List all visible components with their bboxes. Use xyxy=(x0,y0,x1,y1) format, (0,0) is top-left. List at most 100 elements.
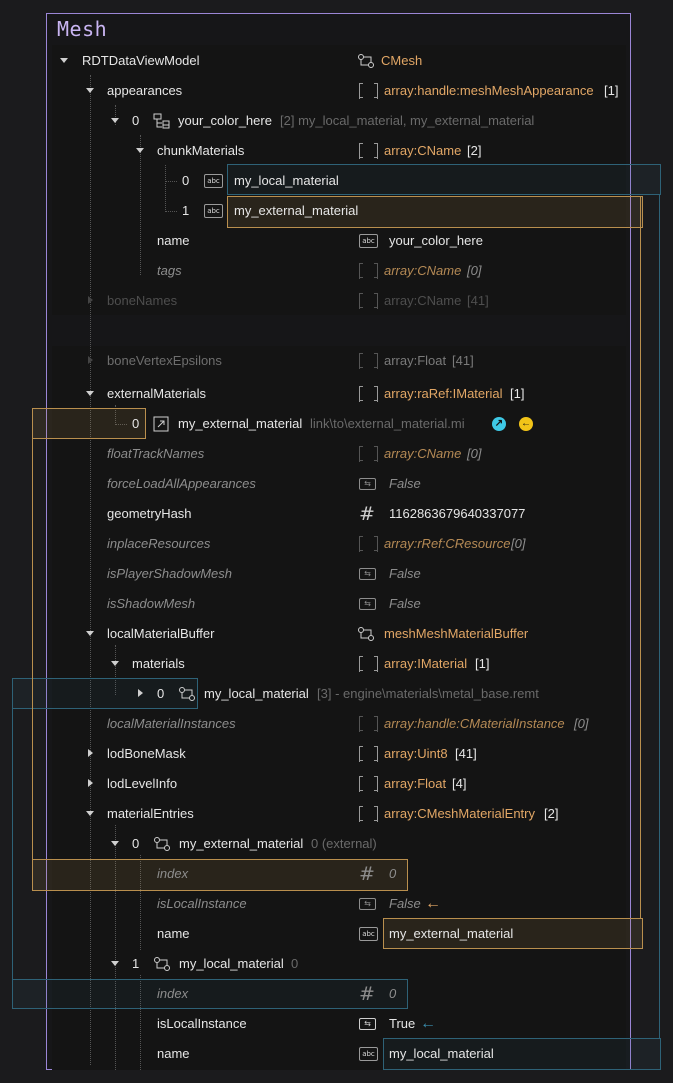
array-icon xyxy=(359,353,378,369)
bool-toggle-icon[interactable]: ⇆ xyxy=(359,598,376,610)
property-label: boneNames xyxy=(107,293,178,308)
chevron-down-icon[interactable] xyxy=(60,46,70,76)
bool-value[interactable]: False xyxy=(389,469,421,499)
property-type: array:Uint8 xyxy=(384,746,448,761)
bool-toggle-icon[interactable]: ⇆ xyxy=(359,1018,376,1030)
array-icon xyxy=(359,386,378,402)
property-count: [2] xyxy=(544,806,559,821)
bool-toggle-icon[interactable]: ⇆ xyxy=(359,478,376,490)
array-icon xyxy=(359,143,378,159)
chevron-right-icon[interactable] xyxy=(86,769,96,799)
tree-row-appearances[interactable]: appearances array:handle:meshMeshAppeara… xyxy=(0,76,673,106)
tree-row-materialEntries[interactable]: materialEntries array:CMeshMaterialEntry… xyxy=(0,799,673,829)
chevron-down-icon[interactable] xyxy=(111,649,121,679)
tree-row-tags[interactable]: tags array:CName [0] xyxy=(0,256,673,286)
chevron-down-icon[interactable] xyxy=(86,799,96,829)
bool-toggle-icon[interactable]: ⇆ xyxy=(359,568,376,580)
property-label: isLocalInstance xyxy=(157,1016,247,1031)
string-icon: abc xyxy=(359,1047,378,1061)
chevron-down-icon[interactable] xyxy=(86,379,96,409)
item-name: my_local_material xyxy=(204,686,309,701)
property-label: index xyxy=(157,986,189,1001)
property-label: name xyxy=(157,233,190,248)
tree-row-chunk-0[interactable]: 0 abc my_local_material xyxy=(0,166,673,196)
tree-row-entry0-name[interactable]: name abc my_external_material xyxy=(0,919,673,949)
chevron-right-icon[interactable] xyxy=(136,679,146,709)
tree-row-appearance-0[interactable]: 0 your_color_here [2] my_local_material,… xyxy=(0,106,673,136)
number-hash-icon: # xyxy=(359,503,375,525)
bool-value[interactable]: False xyxy=(389,559,421,589)
number-value[interactable]: 0 xyxy=(389,859,396,889)
tree-row-isPlayerShadowMesh[interactable]: isPlayerShadowMesh ⇆ False xyxy=(0,559,673,589)
number-hash-icon: # xyxy=(359,983,375,1005)
chevron-down-icon[interactable] xyxy=(111,949,121,979)
tree-row-isShadowMesh[interactable]: isShadowMesh ⇆ False xyxy=(0,589,673,619)
bool-value[interactable]: False xyxy=(389,589,421,619)
tree-row-materials[interactable]: materials array:IMaterial [1] xyxy=(0,649,673,679)
tree-row-entry1-name[interactable]: name abc my_local_material xyxy=(0,1039,673,1069)
string-value[interactable]: my_external_material xyxy=(389,919,513,949)
tree-row-external-0[interactable]: 0 my_external_material link\to\external_… xyxy=(0,409,673,439)
back-link-icon[interactable]: ← xyxy=(519,417,533,431)
tree-row-entry1-index[interactable]: index # 0 xyxy=(0,979,673,1009)
tree-row-forceLoadAllAppearances[interactable]: forceLoadAllAppearances ⇆ False xyxy=(0,469,673,499)
property-type: array:handle:meshMeshAppearance xyxy=(384,83,594,98)
chevron-down-icon[interactable] xyxy=(111,829,121,859)
string-icon: abc xyxy=(204,174,223,188)
item-index: 0 xyxy=(182,173,190,188)
array-icon xyxy=(359,806,378,822)
chevron-down-icon[interactable] xyxy=(136,136,146,166)
chevron-right-icon[interactable] xyxy=(86,286,96,316)
property-count: [1] xyxy=(475,656,490,671)
property-label: isPlayerShadowMesh xyxy=(107,566,233,581)
tree-row-entry0-index[interactable]: index # 0 xyxy=(0,859,673,889)
chevron-down-icon[interactable] xyxy=(111,106,121,136)
chevron-right-icon[interactable] xyxy=(86,346,96,376)
tree-row-floatTrackNames[interactable]: floatTrackNames array:CName [0] xyxy=(0,439,673,469)
tree-row-inplaceResources[interactable]: inplaceResources array:rRef:CResource [0… xyxy=(0,529,673,559)
chevron-down-icon[interactable] xyxy=(86,76,96,106)
chevron-right-icon[interactable] xyxy=(86,739,96,769)
tree-row-localMaterialInstances[interactable]: localMaterialInstances array:handle:CMat… xyxy=(0,709,673,739)
tree-row-geometryHash[interactable]: geometryHash # 1162863679640337077 xyxy=(0,499,673,529)
string-icon: abc xyxy=(204,204,223,218)
tree-row-lodLevelInfo[interactable]: lodLevelInfo array:Float [4] xyxy=(0,769,673,799)
array-icon xyxy=(359,446,378,462)
string-value[interactable]: my_local_material xyxy=(234,166,339,196)
item-index: 1 xyxy=(132,956,140,971)
array-icon xyxy=(359,293,378,309)
tree-row-chunkMaterials[interactable]: chunkMaterials array:CName [2] xyxy=(0,136,673,166)
number-value[interactable]: 0 xyxy=(389,979,396,1009)
tree-row-localMaterialBuffer[interactable]: localMaterialBuffer meshMeshMaterialBuff… xyxy=(0,619,673,649)
number-hash-icon: # xyxy=(359,863,375,885)
open-link-icon[interactable]: ↗ xyxy=(492,417,506,431)
tree-row-boneNames[interactable]: boneNames array:CName [41] xyxy=(0,286,673,316)
tree-row-entry1-isLocalInstance[interactable]: isLocalInstance ⇆ True ← xyxy=(0,1009,673,1039)
property-type: array:CName xyxy=(384,263,462,278)
tree-row-appearance-name[interactable]: name abc your_color_here xyxy=(0,226,673,256)
tree-row-entry0-isLocalInstance[interactable]: isLocalInstance ⇆ False ← xyxy=(0,889,673,919)
bool-value[interactable]: False xyxy=(389,889,421,919)
tree-row-chunk-1[interactable]: 1 abc my_external_material xyxy=(0,196,673,226)
tree-gap xyxy=(52,315,626,346)
string-value[interactable]: my_local_material xyxy=(389,1039,494,1069)
bool-toggle-icon[interactable]: ⇆ xyxy=(359,898,376,910)
string-value[interactable]: your_color_here xyxy=(389,226,483,256)
property-label: inplaceResources xyxy=(107,536,211,551)
root-label: RDTDataViewModel xyxy=(82,53,200,68)
item-index: 0 xyxy=(132,113,140,128)
tree-row-boneVertexEpsilons[interactable]: boneVertexEpsilons array:Float [41] xyxy=(0,346,673,376)
tree-row-root[interactable]: RDTDataViewModel CMesh xyxy=(0,46,673,76)
chevron-down-icon[interactable] xyxy=(86,619,96,649)
tree-row-externalMaterials[interactable]: externalMaterials array:raRef:IMaterial … xyxy=(0,379,673,409)
string-icon: abc xyxy=(359,927,378,941)
property-label: boneVertexEpsilons xyxy=(107,353,222,368)
string-value[interactable]: my_external_material xyxy=(234,196,358,226)
number-value[interactable]: 1162863679640337077 xyxy=(389,499,525,529)
tree-row-local-material-0[interactable]: 0 my_local_material [3] - engine\materia… xyxy=(0,679,673,709)
tree-row-lodBoneMask[interactable]: lodBoneMask array:Uint8 [41] xyxy=(0,739,673,769)
tree-row-entry-1[interactable]: 1 my_local_material 0 xyxy=(0,949,673,979)
bool-value[interactable]: True xyxy=(389,1009,415,1039)
tree-row-entry-0[interactable]: 0 my_external_material 0 (external) xyxy=(0,829,673,859)
property-label: lodBoneMask xyxy=(107,746,186,761)
